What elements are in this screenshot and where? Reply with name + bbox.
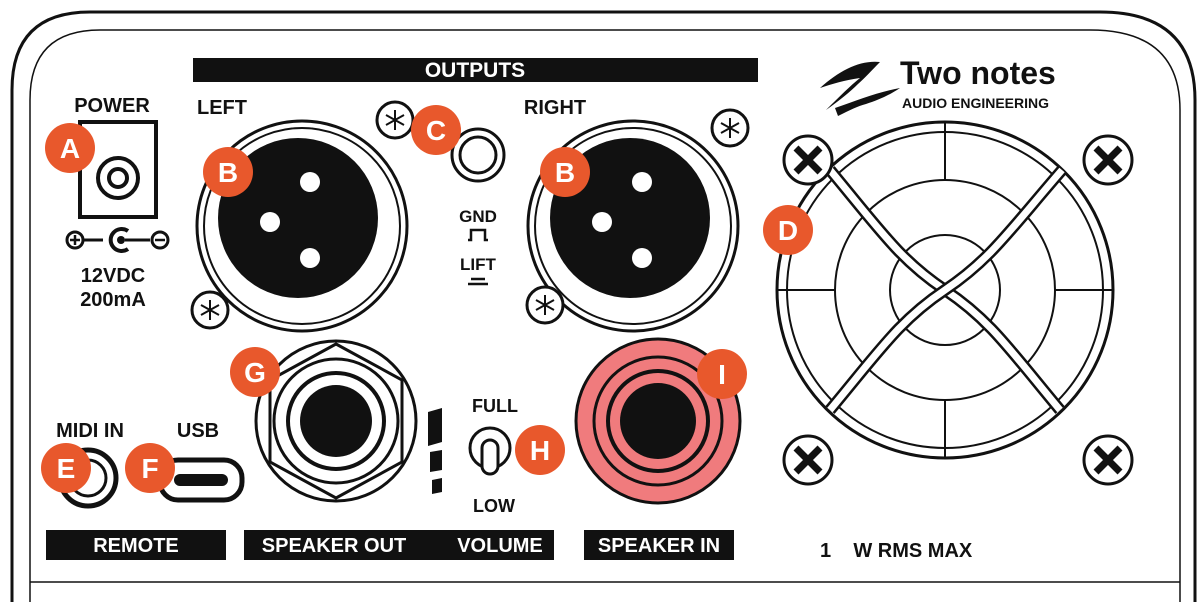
svg-text:B: B xyxy=(555,157,575,188)
polarity-icon xyxy=(65,227,170,253)
svg-text:E: E xyxy=(57,453,76,484)
power-label: POWER xyxy=(74,95,150,117)
badge-c: C xyxy=(411,105,461,155)
badge-f: F xyxy=(125,443,175,493)
badge-b-left: B xyxy=(203,147,253,197)
svg-text:F: F xyxy=(141,453,158,484)
screw-icon xyxy=(782,134,834,186)
badge-g: G xyxy=(230,347,280,397)
speaker-out-jack xyxy=(254,339,418,503)
screw-icon xyxy=(782,434,834,486)
power-jack-outer xyxy=(96,156,140,200)
screw-icon xyxy=(525,285,565,325)
right-label: RIGHT xyxy=(524,97,586,119)
low-label: LOW xyxy=(473,496,515,516)
remote-label: REMOTE xyxy=(93,535,179,557)
svg-text:C: C xyxy=(426,115,446,146)
dc-current-label: 200mA xyxy=(80,289,146,311)
badge-d: D xyxy=(763,205,813,255)
screw-icon xyxy=(375,100,415,140)
svg-text:B: B xyxy=(218,157,238,188)
screw-icon xyxy=(1082,134,1134,186)
volume-level-low-icon xyxy=(432,478,442,494)
badge-e: E xyxy=(41,443,91,493)
svg-text:H: H xyxy=(530,435,550,466)
lift-label: LIFT xyxy=(460,255,496,274)
screw-icon xyxy=(1082,434,1134,486)
rear-panel-diagram: OUTPUTS POWER 12VDC 200mA LEFT GND LIFT … xyxy=(10,10,1197,602)
svg-text:A: A xyxy=(60,133,80,164)
power-jack-pin xyxy=(107,167,129,189)
speaker-out-label: SPEAKER OUT xyxy=(262,535,406,557)
svg-text:I: I xyxy=(718,359,726,390)
badge-i: I xyxy=(697,349,747,399)
volume-level-mid-icon xyxy=(430,450,442,472)
usb-label: USB xyxy=(177,420,219,442)
volume-label: VOLUME xyxy=(457,535,543,557)
volume-toggle-switch xyxy=(468,426,512,476)
badge-b-right: B xyxy=(540,147,590,197)
gnd-label: GND xyxy=(459,207,497,226)
badge-a: A xyxy=(45,123,95,173)
switch-in-icon xyxy=(468,228,488,242)
brand-tagline: AUDIO ENGINEERING xyxy=(902,95,1049,111)
two-notes-logo-icon xyxy=(820,61,900,116)
outputs-label: OUTPUTS xyxy=(425,59,525,82)
screw-icon xyxy=(710,108,750,148)
badge-h: H xyxy=(515,425,565,475)
screw-icon xyxy=(190,290,230,330)
brand-name: Two notes xyxy=(900,55,1056,91)
usb-c-port-inner xyxy=(174,474,228,486)
volume-level-full-icon xyxy=(428,408,442,446)
speaker-in-label: SPEAKER IN xyxy=(598,535,720,557)
rms-label: 1 W RMS MAX xyxy=(820,540,973,562)
svg-text:G: G xyxy=(244,357,266,388)
gnd-lift-switch xyxy=(458,135,498,175)
midi-in-label: MIDI IN xyxy=(56,420,124,442)
dc-voltage-label: 12VDC xyxy=(81,265,145,287)
svg-text:D: D xyxy=(778,215,798,246)
left-label: LEFT xyxy=(197,97,247,119)
switch-out-icon xyxy=(468,277,488,286)
full-label: FULL xyxy=(472,396,518,416)
